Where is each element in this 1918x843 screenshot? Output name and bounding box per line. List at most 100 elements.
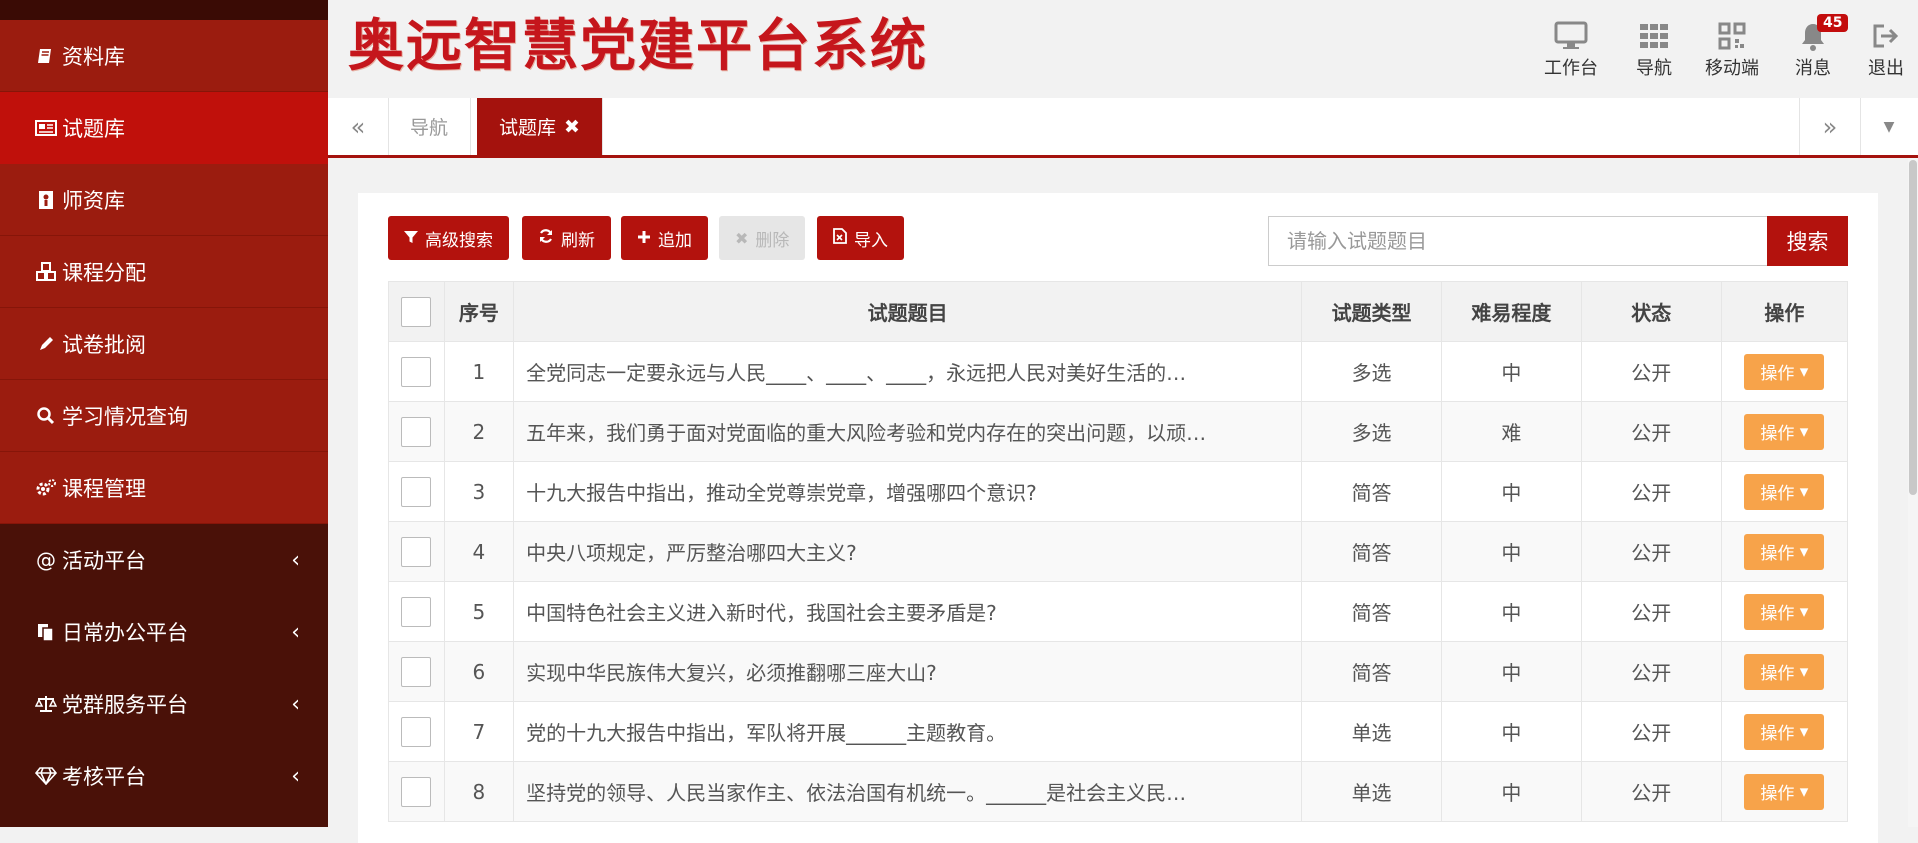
table-row: 8 坚持党的领导、人民当家作主、依法治国有机统一。______是社会主义民… 单… (388, 761, 1849, 822)
close-icon: ✖ (735, 228, 749, 248)
caret-down-icon: ▾ (1799, 481, 1809, 502)
row-checkbox[interactable] (401, 716, 432, 747)
workbench-button[interactable]: 工作台 (1544, 18, 1598, 80)
sidebar-item-activity[interactable]: @ 活动平台 ‹ (0, 524, 328, 596)
sidebar-item-label: 课程管理 (62, 476, 146, 501)
messages-label: 消息 (1795, 58, 1831, 79)
row-checkbox[interactable] (401, 776, 432, 807)
row-number: 1 (443, 341, 515, 402)
sidebar-item-course-assign[interactable]: 课程分配 (0, 236, 328, 308)
delete-button[interactable]: ✖ 删除 (719, 216, 806, 260)
cubes-icon (34, 261, 58, 282)
question-type: 单选 (1301, 761, 1442, 822)
row-actions-dropdown[interactable]: 操作 ▾ (1744, 593, 1825, 630)
app-logo: 奥远智慧党建平台系统 (348, 13, 928, 79)
sidebar-item-office[interactable]: 日常办公平台 ‹ (0, 596, 328, 668)
row-actions-dropdown[interactable]: 操作 ▾ (1744, 533, 1825, 570)
tab-label: 导航 (410, 117, 449, 139)
row-actions-dropdown[interactable]: 操作 ▾ (1744, 473, 1825, 510)
logout-button[interactable]: 退出 (1866, 18, 1906, 80)
row-actions-dropdown[interactable]: 操作 ▾ (1744, 713, 1825, 750)
mobile-button[interactable]: 移动端 (1705, 18, 1759, 80)
question-title: 中国特色社会主义进入新时代，我国社会主要矛盾是? (513, 581, 1303, 642)
row-checkbox[interactable] (401, 356, 432, 387)
question-type: 多选 (1301, 401, 1442, 462)
difficulty: 中 (1441, 581, 1582, 642)
row-actions-dropdown[interactable]: 操作 ▾ (1744, 413, 1825, 450)
question-title: 全党同志一定要永远与人民____、____、____，永远把人民对美好生活的… (513, 341, 1303, 402)
caret-down-icon: ▾ (1799, 721, 1809, 742)
row-number: 6 (443, 641, 515, 702)
table-row: 1 全党同志一定要永远与人民____、____、____，永远把人民对美好生活的… (388, 341, 1849, 402)
sidebar-item-study-query[interactable]: 学习情况查询 (0, 380, 328, 452)
diamond-icon (34, 767, 58, 785)
sidebar-item-paper-review[interactable]: 试卷批阅 (0, 308, 328, 380)
add-button[interactable]: 追加 (621, 216, 708, 260)
gears-icon (34, 478, 58, 498)
import-button[interactable]: 导入 (817, 216, 904, 260)
sign-out-icon (1866, 18, 1906, 54)
tabs-scroll-left-button[interactable]: « (328, 98, 389, 155)
table-row: 7 党的十九大报告中指出，军队将开展______主题教育。 单选 中 公开 操作… (388, 701, 1849, 762)
sidebar-item-question-bank[interactable]: 试题库 (0, 92, 328, 164)
sidebar-item-label: 学习情况查询 (62, 404, 188, 429)
caret-down-icon: ▾ (1799, 661, 1809, 682)
row-checkbox[interactable] (401, 656, 432, 687)
logout-label: 退出 (1868, 58, 1904, 79)
tab-question-bank[interactable]: 试题库 ✖ (477, 98, 603, 155)
row-actions-dropdown[interactable]: 操作 ▾ (1744, 353, 1825, 390)
sidebar-item-label: 考核平台 (62, 765, 146, 789)
tab-label: 试题库 (499, 117, 557, 139)
caret-down-icon: ▾ (1799, 781, 1809, 802)
column-header: 试题题目 (513, 281, 1303, 342)
status: 公开 (1580, 461, 1722, 522)
mobile-label: 移动端 (1705, 58, 1759, 79)
sidebar-item-party-service[interactable]: 党群服务平台 ‹ (0, 668, 328, 740)
question-title: 十九大报告中指出，推动全党尊崇党章，增强哪四个意识? (513, 461, 1303, 522)
sidebar-item-label: 试卷批阅 (62, 332, 146, 357)
sidebar-item-label: 试题库 (62, 117, 125, 141)
sidebar: 资料库 试题库 师资库 课程分配 试卷批阅 学习情况查询 课程管理 @ 活动平台… (0, 0, 328, 827)
column-header: 序号 (443, 281, 515, 342)
chevron-left-icon: ‹ (291, 547, 300, 573)
row-actions-dropdown[interactable]: 操作 ▾ (1744, 773, 1825, 810)
refresh-button[interactable]: 刷新 (522, 216, 611, 260)
search-button[interactable]: 搜索 (1767, 216, 1848, 266)
sidebar-item-teachers[interactable]: 师资库 (0, 164, 328, 236)
table-row: 2 五年来，我们勇于面对党面临的重大风险考验和党内存在的突出问题，以顽… 多选 … (388, 401, 1849, 462)
chevron-left-icon: ‹ (291, 763, 300, 789)
status: 公开 (1580, 401, 1722, 462)
question-table: 序号 试题题目 试题类型 难易程度 状态 操作 1 全党同志一定要永远与人民__… (388, 281, 1849, 822)
row-number: 3 (443, 461, 515, 522)
table-row: 3 十九大报告中指出，推动全党尊崇党章，增强哪四个意识? 简答 中 公开 操作 … (388, 461, 1849, 522)
question-type: 简答 (1301, 521, 1442, 582)
row-checkbox[interactable] (401, 536, 432, 567)
row-actions-dropdown[interactable]: 操作 ▾ (1744, 653, 1825, 690)
select-all-checkbox[interactable] (401, 296, 432, 327)
tabs-scroll-right-button[interactable]: » (1799, 98, 1861, 155)
row-checkbox[interactable] (401, 476, 432, 507)
table-header-row: 序号 试题题目 试题类型 难易程度 状态 操作 (388, 281, 1849, 342)
sidebar-top-strip (0, 0, 328, 20)
book-icon (34, 46, 58, 66)
close-icon[interactable]: ✖ (564, 116, 580, 138)
navigation-button[interactable]: 导航 (1634, 18, 1674, 80)
search-input[interactable] (1268, 216, 1768, 266)
sidebar-item-materials[interactable]: 资料库 (0, 20, 328, 92)
row-checkbox[interactable] (401, 416, 432, 447)
row-number: 8 (443, 761, 515, 822)
row-checkbox[interactable] (401, 596, 432, 627)
question-type: 简答 (1301, 461, 1442, 522)
scrollbar-thumb[interactable] (1909, 160, 1917, 495)
sidebar-item-course-manage[interactable]: 课程管理 (0, 452, 328, 524)
sidebar-item-assessment[interactable]: 考核平台 ‹ (0, 740, 328, 812)
tabs-menu-button[interactable]: ▼ (1859, 98, 1918, 155)
advanced-search-button[interactable]: 高级搜索 (388, 216, 509, 260)
row-number: 2 (443, 401, 515, 462)
sidebar-item-label: 资料库 (62, 44, 125, 69)
status: 公开 (1580, 761, 1722, 822)
tab-navigation[interactable]: 导航 (388, 98, 472, 155)
select-all-cell (388, 281, 445, 342)
difficulty: 中 (1441, 641, 1582, 702)
messages-button[interactable]: 45 消息 (1793, 14, 1849, 80)
